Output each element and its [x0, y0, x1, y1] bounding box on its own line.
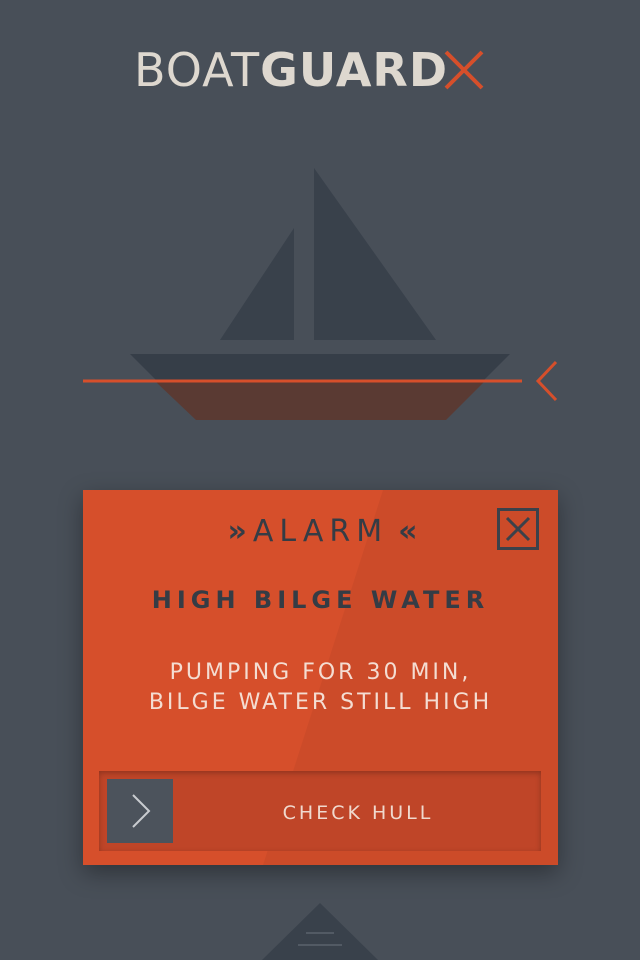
double-chevron-right-icon: » [227, 514, 247, 549]
boat-small-sail [220, 228, 294, 340]
alarm-card: » ALARM « HIGH BILGE WATER PUMPING FOR 30 … [83, 490, 558, 865]
check-hull-label: CHECK HULL [282, 802, 434, 824]
alarm-title: HIGH BILGE WATER [151, 586, 490, 614]
close-icon [505, 516, 531, 542]
app-logo: BOATGUARD [0, 40, 640, 100]
alarm-message-line-1: PUMPING FOR 30 MIN, [169, 660, 472, 685]
boat-large-sail [314, 168, 436, 340]
bottom-menu-tab[interactable] [262, 903, 378, 960]
boat-hull [130, 354, 510, 380]
chevron-right-icon [132, 794, 151, 828]
check-hull-button[interactable]: CHECK HULL [99, 771, 541, 851]
alarm-message-line-2: BILGE WATER STILL HIGH [148, 690, 493, 715]
logo-text-bold: GUARD [260, 43, 449, 97]
close-alarm-button[interactable] [497, 508, 539, 550]
logo-text-light: BOAT [133, 43, 261, 97]
alarm-header: » ALARM « [83, 512, 558, 552]
action-arrow-button[interactable] [107, 779, 173, 843]
water-level-indicator-icon [535, 360, 558, 402]
boat-hull-submerged [156, 382, 484, 420]
alarm-message: PUMPING FOR 30 MIN, BILGE WATER STILL HI… [83, 658, 558, 718]
boat-illustration [83, 168, 558, 420]
double-chevron-left-icon: « [398, 514, 417, 549]
alarm-label: ALARM [252, 514, 389, 549]
logo-x-icon [444, 50, 484, 90]
